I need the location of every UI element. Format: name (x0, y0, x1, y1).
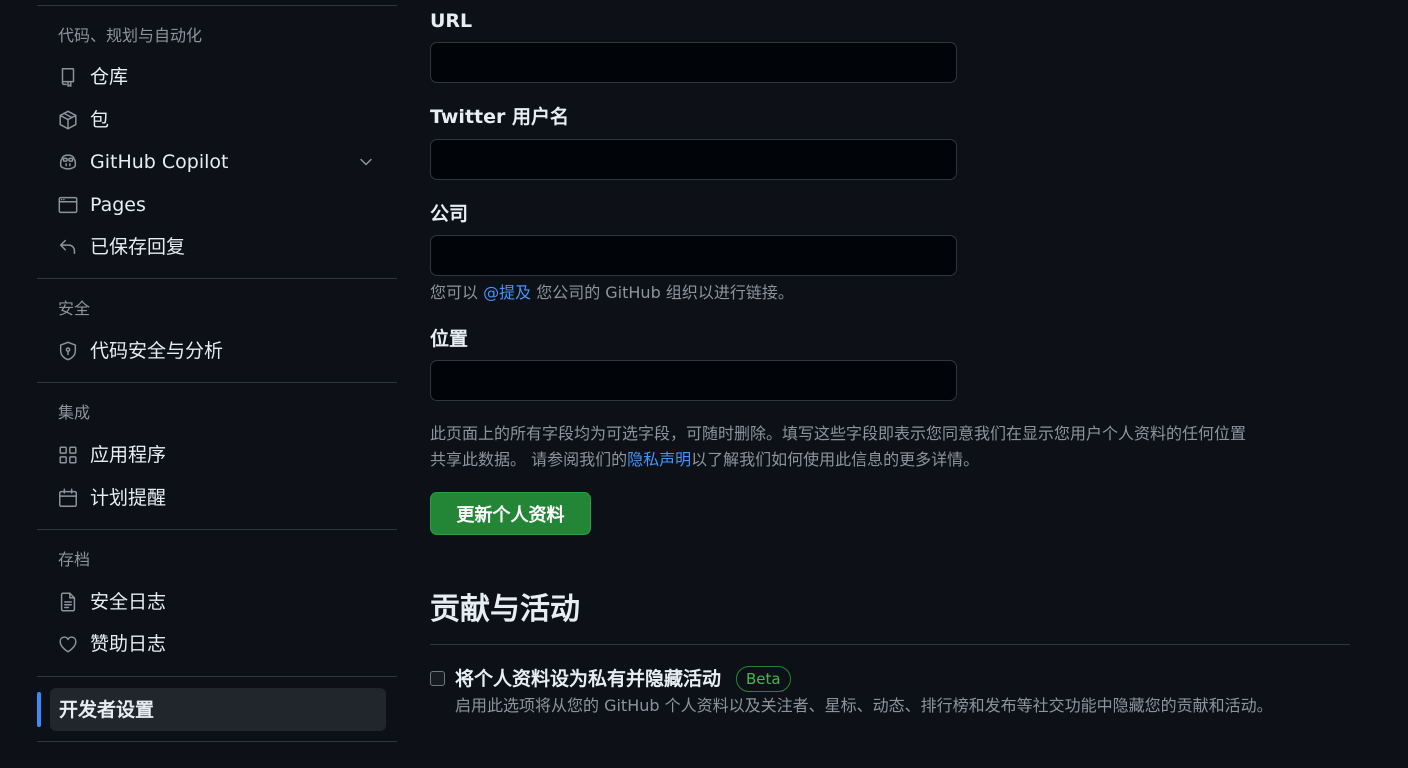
chevron-down-icon[interactable] (356, 152, 376, 172)
sidebar-item-label: 开发者设置 (59, 698, 155, 721)
sidebar-group-label: 代码、规划与自动化 (58, 26, 203, 45)
sidebar-divider (37, 529, 397, 530)
location-label: 位置 (430, 328, 469, 350)
url-input[interactable] (430, 42, 957, 83)
location-input[interactable] (430, 360, 957, 401)
sidebar-item-pages[interactable]: Pages (50, 186, 386, 224)
sidebar-group-label: 安全 (58, 299, 91, 318)
twitter-username-input[interactable] (430, 139, 957, 180)
sidebar-group-label: 存档 (58, 550, 91, 569)
sidebar-item-label: 已保存回复 (90, 236, 186, 258)
section-divider (430, 644, 1350, 645)
notice-line-2: 共享此数据。 请参阅我们的隐私声明以了解我们如何使用此信息的更多详情。 (430, 447, 1246, 473)
sidebar-item-label: 应用程序 (90, 444, 167, 466)
copilot-icon (57, 151, 79, 173)
sidebar-divider (37, 676, 397, 677)
sidebar-item-developer-settings[interactable]: 开发者设置 (50, 688, 386, 731)
notice-line-1: 此页面上的所有字段均为可选字段，可随时删除。填写这些字段即表示您同意我们在显示您… (430, 424, 1247, 443)
browser-icon (57, 194, 79, 216)
company-hint: 您可以 @提及 您公司的 GitHub 组织以进行链接。 (430, 280, 794, 306)
optional-fields-notice: 此页面上的所有字段均为可选字段，可随时删除。填写这些字段即表示您同意我们在显示您… (430, 421, 1246, 473)
profile-form: URL Twitter 用户名 公司 您可以 @提及 您公司的 GitHub 组… (430, 0, 1370, 768)
sidebar-item-sponsorship-log[interactable]: 赞助日志 (50, 625, 386, 663)
sidebar-item-packages[interactable]: 包 (50, 101, 386, 139)
reply-icon (57, 236, 79, 258)
package-icon (57, 109, 79, 131)
shield-lock-icon (57, 340, 79, 362)
sidebar-divider (37, 278, 397, 279)
active-indicator (37, 692, 41, 727)
sidebar-item-label: 仓库 (90, 66, 129, 88)
sidebar-item-scheduled-reminders[interactable]: 计划提醒 (50, 479, 386, 517)
sidebar-item-label: 赞助日志 (90, 633, 167, 655)
sidebar-divider (37, 5, 397, 6)
company-label: 公司 (430, 203, 469, 225)
heart-icon (57, 633, 79, 655)
apps-icon (57, 444, 79, 466)
company-hint-prefix: 您可以 (430, 283, 484, 302)
sidebar-item-github-copilot[interactable]: GitHub Copilot (50, 143, 386, 181)
sidebar-item-repositories[interactable]: 仓库 (50, 58, 386, 96)
sidebar-group-label: 集成 (58, 403, 91, 422)
contributions-section-title: 贡献与活动 (430, 592, 580, 627)
sidebar-item-label: 计划提醒 (90, 487, 167, 509)
company-hint-suffix: 您公司的 GitHub 组织以进行链接。 (531, 283, 794, 302)
sidebar-divider (37, 382, 397, 383)
sidebar-item-label: GitHub Copilot (90, 151, 229, 173)
twitter-label: Twitter 用户名 (430, 106, 569, 128)
settings-sidebar: 代码、规划与自动化 仓库 包 GitHub Copilot Pages 已保存回… (0, 0, 400, 768)
sidebar-item-label: 安全日志 (90, 591, 167, 613)
mention-link[interactable]: @提及 (483, 283, 531, 302)
update-profile-button[interactable]: 更新个人资料 (430, 492, 591, 535)
url-label: URL (430, 10, 473, 32)
privacy-statement-link[interactable]: 隐私声明 (627, 450, 691, 469)
log-icon (57, 591, 79, 613)
private-profile-label[interactable]: 将个人资料设为私有并隐藏活动 (455, 666, 721, 692)
sidebar-item-saved-replies[interactable]: 已保存回复 (50, 228, 386, 266)
sidebar-item-label: 包 (90, 109, 110, 131)
private-profile-checkbox[interactable] (430, 671, 445, 686)
calendar-icon (57, 487, 79, 509)
sidebar-item-security-log[interactable]: 安全日志 (50, 583, 386, 621)
settings-page: 代码、规划与自动化 仓库 包 GitHub Copilot Pages 已保存回… (0, 0, 1408, 768)
company-input[interactable] (430, 235, 957, 276)
sidebar-item-label: Pages (90, 194, 146, 216)
sidebar-divider (37, 741, 397, 742)
sidebar-item-applications[interactable]: 应用程序 (50, 436, 386, 474)
notice-line-2-suffix: 以了解我们如何使用此信息的更多详情。 (691, 450, 980, 469)
sidebar-item-code-security[interactable]: 代码安全与分析 (50, 332, 386, 370)
beta-badge: Beta (736, 666, 791, 692)
notice-line-2-prefix: 共享此数据。 请参阅我们的 (430, 450, 628, 469)
repo-icon (57, 66, 79, 88)
sidebar-item-label: 代码安全与分析 (90, 340, 224, 362)
private-profile-description: 启用此选项将从您的 GitHub 个人资料以及关注者、星标、动态、排行榜和发布等… (455, 696, 1273, 715)
